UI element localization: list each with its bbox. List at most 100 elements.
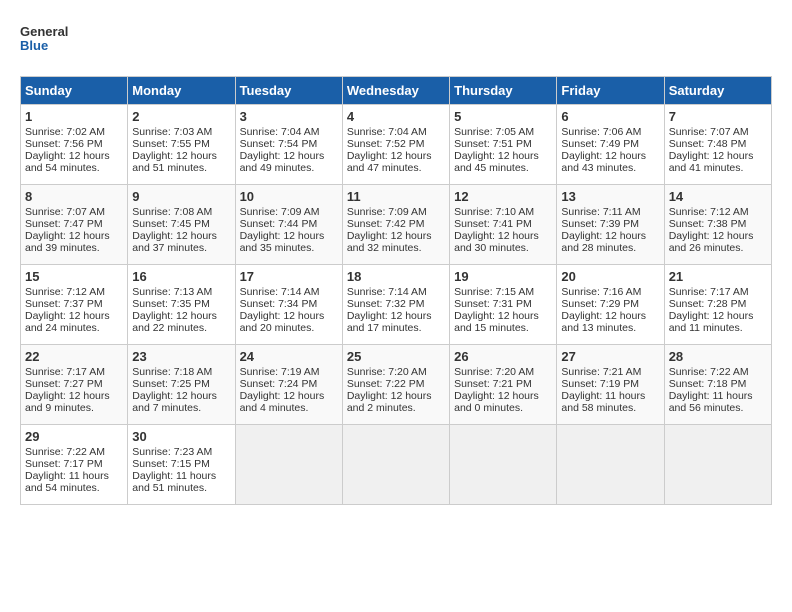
cell-text: Sunset: 7:35 PM <box>132 298 210 310</box>
cell-text: Sunrise: 7:14 AM <box>240 286 320 298</box>
col-header-sunday: Sunday <box>21 77 128 105</box>
day-number: 3 <box>240 109 338 124</box>
cell-text: and 54 minutes. <box>25 162 100 174</box>
cell-text: Daylight: 12 hours <box>132 390 217 402</box>
cell-text: Sunset: 7:18 PM <box>669 378 747 390</box>
cell-text: Daylight: 12 hours <box>561 310 646 322</box>
cell-text: and 9 minutes. <box>25 402 94 414</box>
day-number: 25 <box>347 349 445 364</box>
cell-text: Daylight: 12 hours <box>132 310 217 322</box>
calendar-cell <box>450 425 557 505</box>
cell-text: Daylight: 11 hours <box>132 470 216 482</box>
calendar-cell <box>557 425 664 505</box>
cell-text: and 58 minutes. <box>561 402 636 414</box>
cell-text: and 28 minutes. <box>561 242 636 254</box>
day-number: 6 <box>561 109 659 124</box>
cell-text: Sunrise: 7:04 AM <box>240 126 320 138</box>
calendar-cell: 13Sunrise: 7:11 AMSunset: 7:39 PMDayligh… <box>557 185 664 265</box>
cell-text: Daylight: 12 hours <box>454 150 539 162</box>
calendar-cell: 8Sunrise: 7:07 AMSunset: 7:47 PMDaylight… <box>21 185 128 265</box>
cell-text: and 39 minutes. <box>25 242 100 254</box>
cell-text: Daylight: 12 hours <box>132 150 217 162</box>
cell-text: Daylight: 12 hours <box>240 390 325 402</box>
cell-text: Sunrise: 7:20 AM <box>347 366 427 378</box>
day-number: 20 <box>561 269 659 284</box>
cell-text: Daylight: 12 hours <box>240 150 325 162</box>
cell-text: Daylight: 12 hours <box>561 150 646 162</box>
cell-text: and 32 minutes. <box>347 242 422 254</box>
calendar-table: SundayMondayTuesdayWednesdayThursdayFrid… <box>20 76 772 505</box>
calendar-cell: 4Sunrise: 7:04 AMSunset: 7:52 PMDaylight… <box>342 105 449 185</box>
day-number: 7 <box>669 109 767 124</box>
cell-text: Daylight: 12 hours <box>454 230 539 242</box>
cell-text: Daylight: 12 hours <box>25 150 110 162</box>
cell-text: Sunset: 7:52 PM <box>347 138 425 150</box>
cell-text: and 2 minutes. <box>347 402 416 414</box>
day-number: 15 <box>25 269 123 284</box>
calendar-cell: 17Sunrise: 7:14 AMSunset: 7:34 PMDayligh… <box>235 265 342 345</box>
cell-text: Sunset: 7:56 PM <box>25 138 103 150</box>
cell-text: Sunset: 7:32 PM <box>347 298 425 310</box>
cell-text: and 47 minutes. <box>347 162 422 174</box>
cell-text: Sunrise: 7:17 AM <box>669 286 749 298</box>
cell-text: Daylight: 12 hours <box>240 310 325 322</box>
cell-text: Sunset: 7:25 PM <box>132 378 210 390</box>
cell-text: Sunset: 7:29 PM <box>561 298 639 310</box>
calendar-cell: 29Sunrise: 7:22 AMSunset: 7:17 PMDayligh… <box>21 425 128 505</box>
calendar-cell: 9Sunrise: 7:08 AMSunset: 7:45 PMDaylight… <box>128 185 235 265</box>
cell-text: Daylight: 12 hours <box>347 310 432 322</box>
calendar-cell: 7Sunrise: 7:07 AMSunset: 7:48 PMDaylight… <box>664 105 771 185</box>
cell-text: Sunset: 7:24 PM <box>240 378 318 390</box>
cell-text: and 37 minutes. <box>132 242 207 254</box>
cell-text: Sunset: 7:47 PM <box>25 218 103 230</box>
calendar-cell: 21Sunrise: 7:17 AMSunset: 7:28 PMDayligh… <box>664 265 771 345</box>
cell-text: Daylight: 11 hours <box>669 390 753 402</box>
cell-text: Sunset: 7:51 PM <box>454 138 532 150</box>
cell-text: Sunset: 7:28 PM <box>669 298 747 310</box>
calendar-cell: 5Sunrise: 7:05 AMSunset: 7:51 PMDaylight… <box>450 105 557 185</box>
cell-text: Daylight: 12 hours <box>347 390 432 402</box>
day-number: 27 <box>561 349 659 364</box>
calendar-cell: 18Sunrise: 7:14 AMSunset: 7:32 PMDayligh… <box>342 265 449 345</box>
cell-text: Sunrise: 7:14 AM <box>347 286 427 298</box>
calendar-cell <box>664 425 771 505</box>
svg-text:General: General <box>20 24 68 39</box>
logo: General Blue <box>20 20 80 60</box>
cell-text: and 49 minutes. <box>240 162 315 174</box>
cell-text: Sunset: 7:34 PM <box>240 298 318 310</box>
day-number: 21 <box>669 269 767 284</box>
cell-text: and 51 minutes. <box>132 482 207 494</box>
cell-text: Daylight: 12 hours <box>454 310 539 322</box>
cell-text: Sunrise: 7:11 AM <box>561 206 640 218</box>
cell-text: Sunset: 7:22 PM <box>347 378 425 390</box>
day-number: 23 <box>132 349 230 364</box>
cell-text: Sunset: 7:38 PM <box>669 218 747 230</box>
cell-text: Sunset: 7:48 PM <box>669 138 747 150</box>
cell-text: Sunset: 7:37 PM <box>25 298 103 310</box>
cell-text: and 51 minutes. <box>132 162 207 174</box>
cell-text: Sunrise: 7:21 AM <box>561 366 641 378</box>
calendar-cell: 10Sunrise: 7:09 AMSunset: 7:44 PMDayligh… <box>235 185 342 265</box>
calendar-cell: 16Sunrise: 7:13 AMSunset: 7:35 PMDayligh… <box>128 265 235 345</box>
cell-text: and 24 minutes. <box>25 322 100 334</box>
day-number: 28 <box>669 349 767 364</box>
cell-text: Sunset: 7:49 PM <box>561 138 639 150</box>
cell-text: and 4 minutes. <box>240 402 309 414</box>
cell-text: Sunrise: 7:12 AM <box>669 206 749 218</box>
logo-svg: General Blue <box>20 20 80 60</box>
day-number: 29 <box>25 429 123 444</box>
col-header-monday: Monday <box>128 77 235 105</box>
cell-text: Daylight: 12 hours <box>347 230 432 242</box>
calendar-cell: 11Sunrise: 7:09 AMSunset: 7:42 PMDayligh… <box>342 185 449 265</box>
cell-text: Sunset: 7:44 PM <box>240 218 318 230</box>
calendar-cell: 2Sunrise: 7:03 AMSunset: 7:55 PMDaylight… <box>128 105 235 185</box>
cell-text: and 0 minutes. <box>454 402 523 414</box>
cell-text: Sunset: 7:15 PM <box>132 458 210 470</box>
day-number: 26 <box>454 349 552 364</box>
cell-text: Sunrise: 7:09 AM <box>347 206 427 218</box>
cell-text: Sunrise: 7:04 AM <box>347 126 427 138</box>
calendar-cell: 6Sunrise: 7:06 AMSunset: 7:49 PMDaylight… <box>557 105 664 185</box>
cell-text: and 30 minutes. <box>454 242 529 254</box>
day-number: 16 <box>132 269 230 284</box>
cell-text: Sunrise: 7:07 AM <box>669 126 749 138</box>
